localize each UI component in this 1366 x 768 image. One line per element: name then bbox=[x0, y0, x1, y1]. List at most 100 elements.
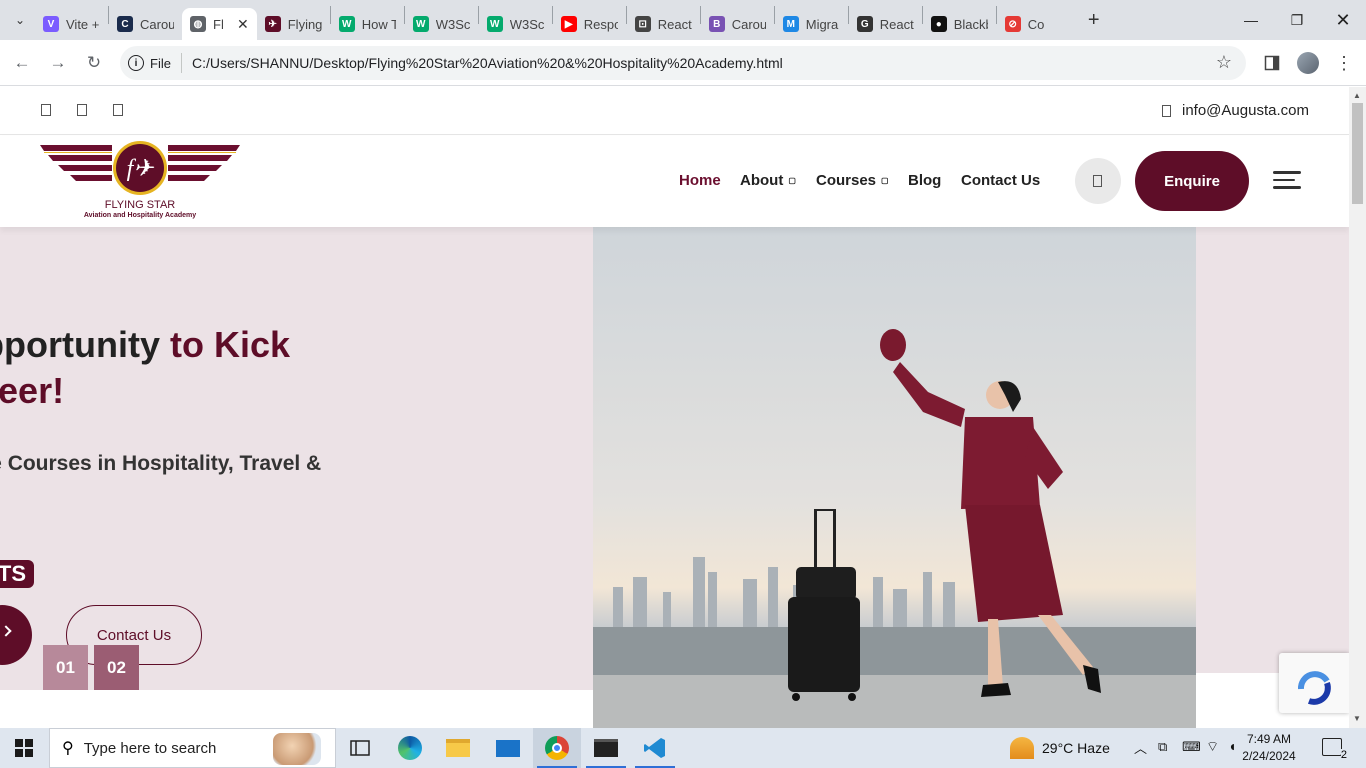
recaptcha-badge[interactable] bbox=[1279, 653, 1349, 713]
windows-taskbar: ⚲ Type here to search 29°C Haze ︿ ⧉ ⌨ ⌔ … bbox=[0, 728, 1366, 768]
nav-about[interactable]: About ▢ bbox=[740, 172, 796, 189]
notification-count: 2 bbox=[1340, 749, 1347, 761]
browser-tab[interactable]: V Vite + bbox=[35, 8, 108, 40]
taskbar-clock[interactable]: 7:49 AM 2/24/2024 bbox=[1230, 731, 1308, 765]
url-text[interactable]: C:/Users/SHANNU/Desktop/Flying%20Star%20… bbox=[192, 55, 783, 71]
mail-icon bbox=[1162, 105, 1171, 117]
vscode-icon[interactable] bbox=[631, 728, 679, 768]
scrollbar-thumb[interactable] bbox=[1352, 103, 1363, 204]
tab-favicon-icon: V bbox=[43, 16, 59, 32]
side-panel-icon[interactable] bbox=[1257, 48, 1287, 78]
browser-tab[interactable]: ◍ Fl ✕ bbox=[182, 8, 257, 40]
svg-text:f✈: f✈ bbox=[127, 156, 156, 182]
hero-primary-button[interactable] bbox=[0, 605, 32, 665]
restore-button[interactable]: ❐ bbox=[1274, 0, 1320, 40]
search-icon bbox=[1093, 175, 1102, 187]
tab-title: React bbox=[879, 16, 914, 32]
close-tab-icon[interactable]: ✕ bbox=[237, 16, 249, 33]
scroll-up-icon[interactable]: ▲ bbox=[1353, 91, 1361, 100]
profile-avatar[interactable] bbox=[1293, 48, 1323, 78]
nav-courses[interactable]: Courses ▢ bbox=[816, 172, 889, 189]
hero-image-flight-attendant bbox=[593, 227, 1196, 728]
site-chip-label: File bbox=[150, 55, 171, 71]
bookmark-star-icon[interactable]: ☆ bbox=[1216, 52, 1232, 73]
file-explorer-icon[interactable] bbox=[434, 728, 482, 768]
browser-tab[interactable]: ⊘ Co bbox=[997, 8, 1070, 40]
reload-button[interactable]: ↻ bbox=[76, 45, 112, 81]
forward-button[interactable]: → bbox=[40, 45, 76, 81]
meet-now-icon[interactable]: ⧉ bbox=[1158, 739, 1167, 755]
weather-icon[interactable] bbox=[1010, 737, 1034, 759]
tab-title: Blackb bbox=[953, 16, 988, 32]
tab-favicon-icon: ✈ bbox=[264, 16, 281, 32]
site-info-chip[interactable]: i File bbox=[128, 55, 171, 71]
nav-blog[interactable]: Blog bbox=[908, 172, 941, 189]
browser-tab[interactable]: W How T bbox=[331, 8, 404, 40]
close-window-button[interactable]: ✕ bbox=[1320, 0, 1366, 40]
browser-tab[interactable]: G React bbox=[849, 8, 922, 40]
logo-name: FLYING STAR bbox=[104, 199, 176, 211]
tab-favicon-icon: ◍ bbox=[190, 16, 206, 32]
tab-favicon-icon: M bbox=[782, 16, 799, 32]
mail-app-icon[interactable] bbox=[484, 728, 532, 768]
taskbar-search-placeholder: Type here to search bbox=[83, 739, 217, 757]
input-method-icon[interactable]: ⌨ bbox=[1182, 739, 1201, 755]
browser-tab[interactable]: W W3Sc bbox=[479, 8, 552, 40]
tab-favicon-icon: ▶ bbox=[560, 16, 577, 32]
tab-title: Carou bbox=[140, 16, 174, 32]
browser-tab[interactable]: ⊡ React bbox=[627, 8, 700, 40]
taskbar-search[interactable]: ⚲ Type here to search bbox=[49, 728, 336, 768]
edge-icon[interactable] bbox=[386, 728, 434, 768]
nav-contact-us[interactable]: Contact Us bbox=[961, 172, 1040, 189]
browser-tab[interactable]: B Carou bbox=[701, 8, 774, 40]
tab-favicon-icon: ⊡ bbox=[634, 16, 651, 32]
new-tab-button[interactable]: + bbox=[1080, 6, 1108, 34]
task-view-button[interactable] bbox=[336, 728, 384, 768]
slide-indicator-01[interactable]: 01 bbox=[43, 645, 88, 690]
tab-title: React bbox=[657, 16, 692, 32]
tab-title: Flying bbox=[287, 16, 322, 32]
recaptcha-icon bbox=[1298, 671, 1331, 705]
slide-indicator-02[interactable]: 02 bbox=[94, 645, 139, 690]
tab-search-button[interactable]: ⌄ bbox=[5, 5, 35, 35]
terminal-icon[interactable] bbox=[582, 728, 630, 768]
search-button[interactable] bbox=[1075, 158, 1121, 204]
address-bar[interactable]: i File C:/Users/SHANNU/Desktop/Flying%20… bbox=[120, 46, 1246, 80]
browser-tab[interactable]: W W3Sc bbox=[405, 8, 478, 40]
tab-favicon-icon: W bbox=[338, 16, 355, 32]
chevron-down-icon: ▢ bbox=[788, 176, 796, 185]
browser-tab[interactable]: ● Blackb bbox=[923, 8, 996, 40]
page-scrollbar[interactable]: ▲ ▼ bbox=[1349, 87, 1366, 728]
social-twitter-icon[interactable] bbox=[77, 104, 87, 116]
browser-tab[interactable]: ▶ Respo bbox=[553, 8, 626, 40]
notification-icon[interactable]: 2 bbox=[1322, 738, 1347, 761]
tab-title: Co bbox=[1027, 16, 1045, 32]
browser-tab[interactable]: C Carou bbox=[109, 8, 182, 40]
chevron-up-icon[interactable]: ︿ bbox=[1134, 738, 1147, 757]
arrow-right-icon bbox=[0, 625, 12, 637]
start-button[interactable] bbox=[0, 728, 48, 768]
nav-home[interactable]: Home bbox=[679, 172, 721, 189]
network-icon[interactable]: ⌔ bbox=[1206, 738, 1219, 756]
menu-icon[interactable] bbox=[1273, 171, 1301, 191]
minimize-button[interactable]: — bbox=[1228, 0, 1274, 40]
contact-email[interactable]: info@Augusta.com bbox=[1182, 102, 1309, 119]
social-facebook-icon[interactable] bbox=[41, 104, 51, 116]
weather-text[interactable]: 29°C Haze bbox=[1042, 740, 1110, 756]
enquire-button[interactable]: Enquire bbox=[1135, 151, 1249, 211]
search-highlight-image bbox=[273, 733, 321, 765]
info-icon: i bbox=[128, 55, 144, 71]
tab-favicon-icon: ⊘ bbox=[1004, 16, 1021, 32]
browser-tab[interactable]: ✈ Flying bbox=[257, 8, 330, 40]
social-instagram-icon[interactable] bbox=[113, 104, 123, 116]
site-header: f✈ FLYING STAR Aviation and Hospitality … bbox=[0, 136, 1349, 227]
back-button[interactable]: ← bbox=[4, 45, 40, 81]
clock-time: 7:49 AM bbox=[1246, 732, 1292, 746]
browser-menu-icon[interactable]: ⋮ bbox=[1329, 48, 1359, 78]
chrome-icon[interactable] bbox=[533, 728, 581, 768]
logo-tagline: Aviation and Hospitality Academy bbox=[83, 212, 197, 219]
tab-favicon-icon: W bbox=[486, 16, 503, 32]
web-page: info@Augusta.com f✈ FLYING STAR Aviation… bbox=[0, 87, 1349, 728]
scroll-down-icon[interactable]: ▼ bbox=[1353, 714, 1361, 723]
browser-tab[interactable]: M Migra bbox=[775, 8, 848, 40]
